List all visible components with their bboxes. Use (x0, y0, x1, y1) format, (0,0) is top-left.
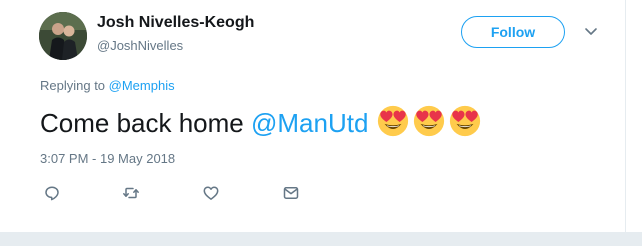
tweet-mention[interactable]: @ManUtd (251, 108, 368, 138)
replying-to: Replying to @Memphis (40, 78, 175, 93)
chevron-down-icon[interactable] (583, 26, 599, 38)
reply-icon[interactable] (43, 184, 61, 202)
page-scrollbar[interactable] (625, 0, 642, 246)
bottom-divider (0, 232, 642, 246)
smiling-face-with-heart-eyes-icon (450, 105, 481, 137)
author-handle[interactable]: @JoshNivelles (97, 38, 183, 53)
follow-button[interactable]: Follow (461, 16, 565, 48)
like-icon[interactable] (202, 184, 220, 202)
tweet-text: Come back home @ManUtd (40, 104, 484, 145)
emoji-group (376, 104, 484, 145)
smiling-face-with-heart-eyes-icon (378, 105, 409, 137)
direct-message-icon[interactable] (282, 184, 300, 202)
avatar[interactable] (39, 12, 87, 60)
replying-to-handle[interactable]: @Memphis (109, 78, 175, 93)
author-name[interactable]: Josh Nivelles-Keogh (97, 14, 254, 32)
smiling-face-with-heart-eyes-icon (414, 105, 445, 137)
tweet-text-body: Come back home (40, 108, 251, 138)
avatar-photo (39, 12, 87, 60)
timestamp[interactable]: 3:07 PM - 19 May 2018 (40, 151, 175, 166)
tweet-card: Josh Nivelles-Keogh @JoshNivelles Follow… (0, 0, 626, 232)
retweet-icon[interactable] (122, 184, 140, 202)
replying-to-prefix: Replying to (40, 78, 109, 93)
